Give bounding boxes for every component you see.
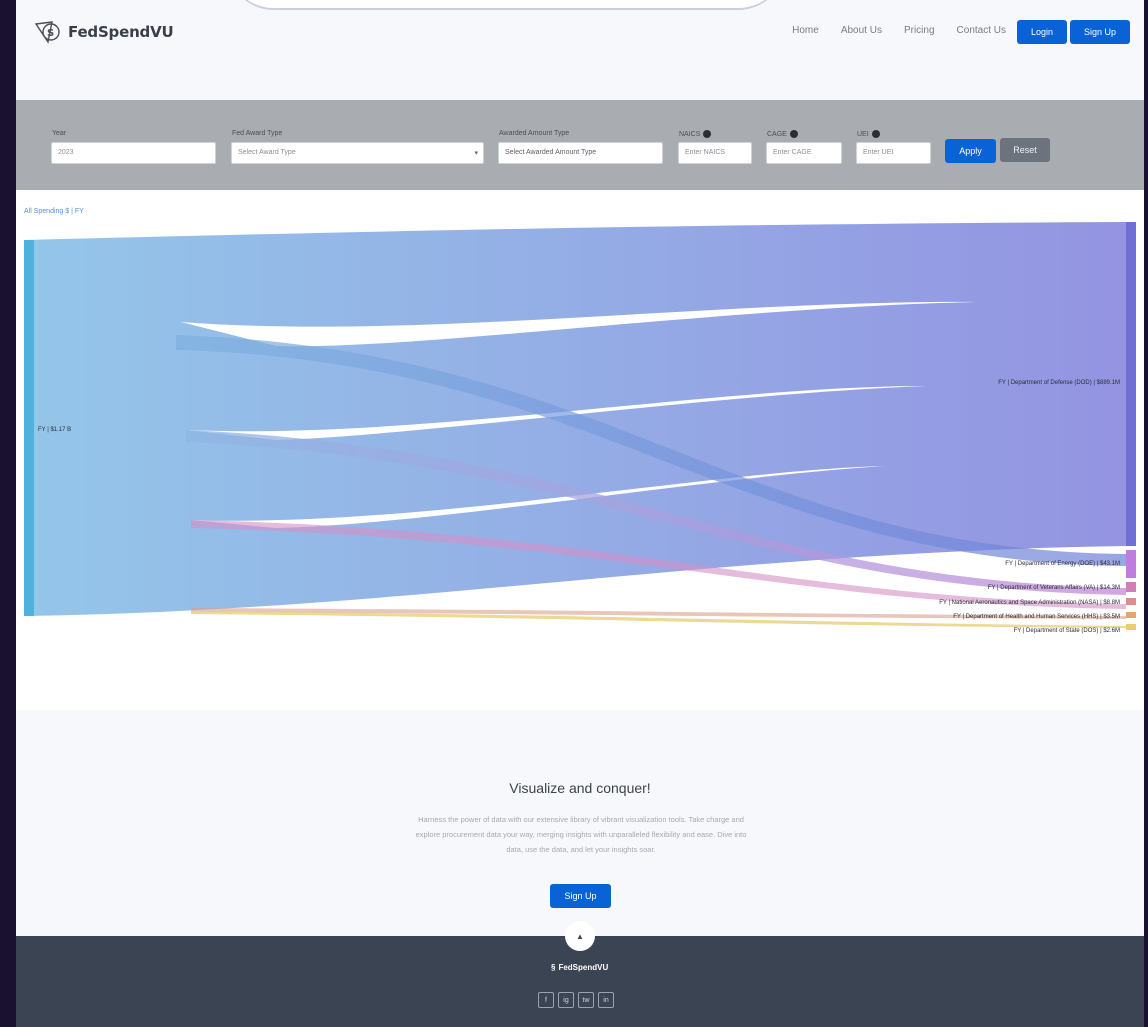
nav-about[interactable]: About Us [841,25,882,36]
cage-label: CAGE [767,130,798,138]
source-node [24,240,34,616]
top-nav: S FedSpendVU Home About Us Pricing Conta… [16,0,1144,100]
year-label: Year [52,130,67,137]
social-links: f ig tw in [538,992,614,1008]
page: S FedSpendVU Home About Us Pricing Conta… [16,0,1144,1027]
info-icon[interactable] [703,130,712,138]
nav-pricing[interactable]: Pricing [904,25,935,36]
source-label: FY | $1.17 B [38,427,71,433]
awarded-amount-input[interactable]: Select Awarded Amount Type [498,142,663,164]
cta-title: Visualize and conquer! [509,780,651,796]
target-label-nasa: FY | National Aeronautics and Space Admi… [939,600,1120,606]
linkedin-icon[interactable]: in [598,992,614,1008]
sankey-chart: FY | $1.17 B FY | Department of Defense … [24,222,1136,634]
footer-logo[interactable]: § FedSpendVU [551,963,608,972]
target-label-hhs: FY | Department of Health and Human Serv… [953,614,1120,620]
apply-button[interactable]: Apply [945,139,996,163]
award-type-value: Select Award Type [238,149,296,156]
target-node-dos [1126,624,1136,630]
cta-signup-button[interactable]: Sign Up [550,884,611,908]
target-label-dod: FY | Department of Defense (DOD) | $889.… [998,380,1120,386]
target-node-hhs [1126,612,1136,618]
uei-label: UEI [857,130,880,138]
year-input[interactable]: 2023 [51,142,216,164]
logo-icon: § [551,963,556,972]
logo-icon: S [34,21,60,44]
footer-brand: FedSpendVU [558,963,609,972]
scroll-top-button[interactable]: ▲ [565,921,595,951]
target-label-va: FY | Department of Veterans Affairs (VA)… [988,585,1120,591]
target-label-dos: FY | Department of State (DOS) | $2.6M [1014,628,1120,634]
arrow-up-icon: ▲ [576,931,584,941]
naics-input[interactable]: Enter NAICS [678,142,752,164]
decorative-arc [226,0,786,8]
instagram-icon[interactable]: ig [558,992,574,1008]
facebook-icon[interactable]: f [538,992,554,1008]
brand-logo[interactable]: S FedSpendVU [34,20,174,44]
login-button[interactable]: Login [1017,20,1067,44]
target-node-dod [1126,222,1136,546]
brand-name: FedSpendVU [68,23,174,41]
nav-home[interactable]: Home [792,25,819,36]
info-icon[interactable] [789,130,798,138]
awarded-amount-label: Awarded Amount Type [499,130,570,137]
award-type-label: Fed Award Type [232,130,283,137]
target-node-nasa [1126,598,1136,605]
target-label-doe: FY | Department of Energy (DOE) | $43.1M [1005,561,1120,567]
signup-button[interactable]: Sign Up [1070,20,1130,44]
nav-links: Home About Us Pricing Contact Us [792,25,1006,36]
twitter-icon[interactable]: tw [578,992,594,1008]
cta-body: Harness the power of data with our exten… [415,815,747,854]
sankey-panel: All Spending $ | FY FY | $1.17 B FY | De… [16,190,1144,710]
reset-button[interactable]: Reset [1000,138,1050,162]
chevron-down-icon: ▾ [474,150,478,157]
cage-input[interactable]: Enter CAGE [766,142,842,164]
info-icon[interactable] [871,130,880,138]
naics-label: NAICS [679,130,712,138]
uei-input[interactable]: Enter UEI [856,142,931,164]
target-node-doe [1126,550,1136,578]
svg-text:S: S [47,28,54,39]
award-type-select[interactable]: Select Award Type ▾ [231,142,484,164]
target-node-va [1126,582,1136,592]
nav-contact[interactable]: Contact Us [957,25,1006,36]
